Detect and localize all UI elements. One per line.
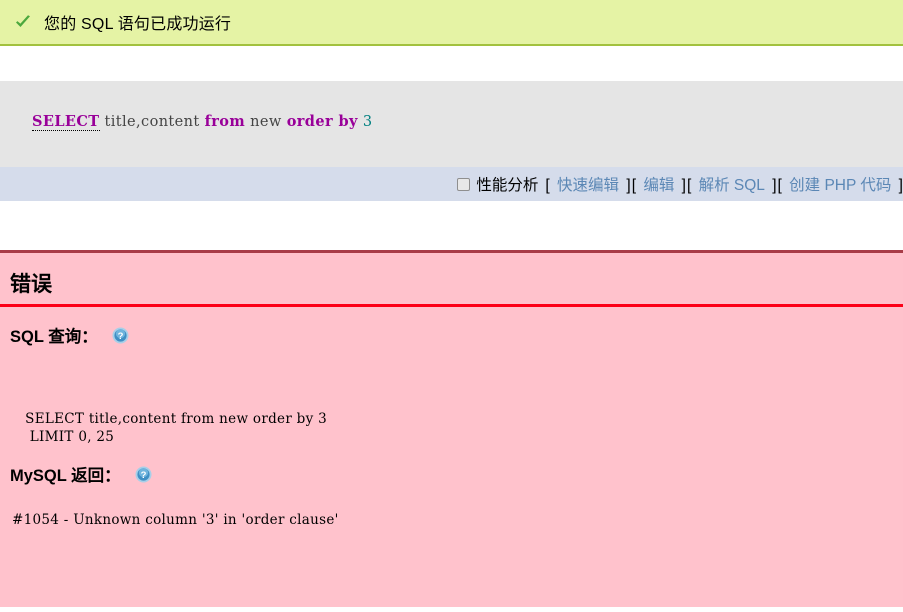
link-edit[interactable]: 编辑 [640, 177, 677, 194]
help-icon[interactable]: ? [135, 466, 152, 483]
sql-keyword-order-by: order by [286, 113, 358, 130]
bracket-close: ] [677, 177, 686, 194]
bracket-open: [ [777, 177, 787, 194]
query-action-bar: 性能分析 [ 快速编辑 ] [ 编辑 ] [ 解析 SQL ] [ 创建 PHP… [0, 167, 903, 201]
sql-order-value: 3 [357, 114, 373, 130]
sql-keyword-select: SELECT [32, 113, 100, 131]
action-links-container: 性能分析 [ 快速编辑 ] [ 编辑 ] [ 解析 SQL ] [ 创建 PHP… [447, 173, 903, 195]
sql-columns: title,content [99, 114, 205, 130]
sql-query-box: SELECT title,content from new order by 3 [0, 81, 903, 167]
mysql-return-section-label: MySQL 返回： ? [10, 462, 903, 486]
svg-text:?: ? [117, 331, 123, 342]
error-divider [0, 304, 903, 307]
link-edit-group: [ 编辑 ] [632, 173, 686, 195]
link-quick-edit[interactable]: 快速编辑 [554, 177, 622, 194]
profiling-label: 性能分析 [476, 177, 539, 194]
link-explain-sql-group: [ 解析 SQL ] [687, 173, 777, 195]
error-panel: 错误 SQL 查询： ? SELECT title,content from n… [0, 250, 903, 607]
bracket-close: ] [894, 177, 903, 194]
mysql-return-label-text: MySQL 返回： [10, 467, 121, 486]
sql-success-banner: 您的 SQL 语句已成功运行 [0, 0, 903, 46]
link-create-php-code[interactable]: 创建 PHP 代码 [786, 177, 894, 194]
mysql-error-message: #1054 - Unknown column '3' in 'order cla… [12, 512, 339, 529]
sql-keyword-from: from [204, 113, 246, 130]
bracket-open: [ [545, 177, 555, 194]
check-icon [16, 15, 30, 27]
bracket-close: ] [767, 177, 777, 194]
help-icon[interactable]: ? [112, 327, 129, 344]
bracket-close: ] [622, 177, 631, 194]
sql-query-section-label: SQL 查询： ? [10, 323, 903, 347]
svg-text:?: ? [140, 470, 146, 481]
profiling-checkbox[interactable] [457, 177, 471, 191]
sql-query-text[interactable]: SELECT title,content from new order by 3 [32, 113, 903, 131]
success-message: 您的 SQL 语句已成功运行 [44, 16, 232, 33]
link-create-php-code-group: [ 创建 PHP 代码 ] [778, 173, 903, 195]
error-query-text: SELECT title,content from new order by 3… [25, 411, 328, 446]
link-quick-edit-group: [ 快速编辑 ] [545, 173, 630, 195]
sql-query-label-text: SQL 查询： [10, 328, 98, 346]
link-explain-sql[interactable]: 解析 SQL [696, 177, 768, 194]
bracket-open: [ [686, 177, 696, 194]
sql-table-name: new [245, 114, 287, 130]
error-title: 错误 [10, 273, 52, 296]
